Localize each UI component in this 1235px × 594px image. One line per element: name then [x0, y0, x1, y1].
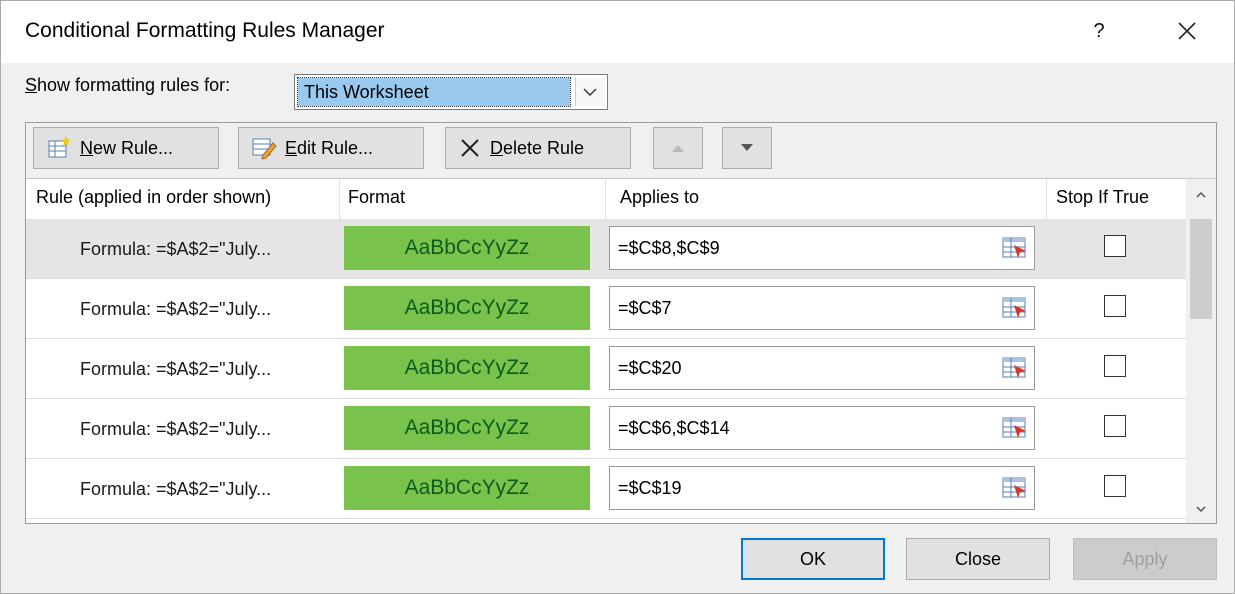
range-selector-icon[interactable]	[1000, 413, 1030, 443]
applies-to-field[interactable]: =$C$19	[609, 466, 1035, 510]
applies-to-value: =$C$6,$C$14	[618, 418, 730, 438]
rule-description: Formula: =$A$2="July...	[80, 479, 272, 499]
applies-to-field[interactable]: =$C$8,$C$9	[609, 226, 1035, 270]
scroll-down-button[interactable]	[1186, 493, 1216, 523]
edit-rule-icon	[252, 138, 277, 160]
triangle-down-icon	[741, 144, 753, 151]
apply-button[interactable]: Apply	[1073, 538, 1217, 580]
stop-if-true-checkbox[interactable]	[1104, 415, 1126, 437]
range-selector-icon[interactable]	[1000, 353, 1030, 383]
applies-to-value: =$C$19	[618, 478, 682, 498]
stop-if-true-checkbox[interactable]	[1104, 235, 1126, 257]
format-preview: AaBbCcYyZz	[344, 226, 590, 270]
rules-list: Formula: =$A$2="July... AaBbCcYyZz =$C$8…	[26, 219, 1186, 519]
format-preview: AaBbCcYyZz	[344, 466, 590, 510]
new-rule-button[interactable]: New Rule...	[33, 127, 219, 169]
rule-description: Formula: =$A$2="July...	[80, 239, 272, 259]
close-icon	[1178, 22, 1196, 40]
scrollbar-thumb[interactable]	[1190, 219, 1212, 319]
triangle-up-icon	[672, 145, 684, 152]
applies-to-field[interactable]: =$C$20	[609, 346, 1035, 390]
title-bar: Conditional Formatting Rules Manager ?	[1, 1, 1234, 63]
conditional-formatting-dialog: Conditional Formatting Rules Manager ? S…	[0, 0, 1235, 594]
scroll-up-button[interactable]	[1186, 179, 1216, 209]
column-divider	[1046, 179, 1047, 219]
range-selector-icon[interactable]	[1000, 233, 1030, 263]
ok-button[interactable]: OK	[741, 538, 885, 580]
delete-x-icon	[461, 139, 479, 157]
range-selector-icon[interactable]	[1000, 473, 1030, 503]
edit-rule-button[interactable]: Edit Rule...	[238, 127, 424, 169]
delete-rule-button[interactable]: Delete Rule	[445, 127, 631, 169]
close-window-button[interactable]	[1171, 15, 1203, 47]
vertical-scrollbar[interactable]	[1186, 179, 1216, 523]
applies-to-field[interactable]: =$C$7	[609, 286, 1035, 330]
move-up-button[interactable]	[653, 127, 703, 169]
rule-row[interactable]: Formula: =$A$2="July... AaBbCcYyZz =$C$6…	[26, 399, 1186, 459]
col-format-header: Format	[348, 187, 406, 207]
scope-label: Show formatting rules for:	[25, 75, 231, 95]
chevron-up-icon	[1196, 192, 1206, 198]
move-down-button[interactable]	[722, 127, 772, 169]
rule-description: Formula: =$A$2="July...	[80, 359, 272, 379]
applies-to-field[interactable]: =$C$6,$C$14	[609, 406, 1035, 450]
dropdown-arrow-button[interactable]	[575, 78, 605, 106]
scope-value: This Worksheet	[297, 77, 571, 107]
rules-panel: New Rule... Edit Rule... Delete Rule Rul…	[25, 122, 1217, 524]
column-divider	[339, 179, 340, 219]
format-preview: AaBbCcYyZz	[344, 406, 590, 450]
scope-dropdown[interactable]: This Worksheet	[294, 74, 608, 110]
rule-description: Formula: =$A$2="July...	[80, 419, 272, 439]
chevron-down-icon	[583, 88, 597, 96]
column-divider	[605, 179, 606, 219]
stop-if-true-checkbox[interactable]	[1104, 355, 1126, 377]
applies-to-value: =$C$7	[618, 298, 672, 318]
col-stop-header: Stop If True	[1056, 187, 1150, 207]
col-rule-header: Rule (applied in order shown)	[36, 187, 272, 207]
chevron-down-icon	[1196, 506, 1206, 513]
help-button[interactable]: ?	[1085, 17, 1113, 45]
rule-description: Formula: =$A$2="July...	[80, 299, 272, 319]
dialog-title: Conditional Formatting Rules Manager	[25, 19, 385, 42]
applies-to-value: =$C$8,$C$9	[618, 238, 720, 258]
rule-row[interactable]: Formula: =$A$2="July... AaBbCcYyZz =$C$7	[26, 279, 1186, 339]
rule-row[interactable]: Formula: =$A$2="July... AaBbCcYyZz =$C$8…	[26, 219, 1186, 279]
new-rule-icon	[48, 136, 71, 158]
stop-if-true-checkbox[interactable]	[1104, 295, 1126, 317]
rules-toolbar: New Rule... Edit Rule... Delete Rule	[26, 123, 1216, 179]
rules-grid-header: Rule (applied in order shown) Format App…	[26, 179, 1186, 219]
close-button[interactable]: Close	[906, 538, 1050, 580]
rule-row[interactable]: Formula: =$A$2="July... AaBbCcYyZz =$C$2…	[26, 339, 1186, 399]
range-selector-icon[interactable]	[1000, 293, 1030, 323]
format-preview: AaBbCcYyZz	[344, 286, 590, 330]
applies-to-value: =$C$20	[618, 358, 682, 378]
format-preview: AaBbCcYyZz	[344, 346, 590, 390]
col-applies-header: Applies to	[620, 187, 700, 207]
rule-row[interactable]: Formula: =$A$2="July... AaBbCcYyZz =$C$1…	[26, 459, 1186, 519]
stop-if-true-checkbox[interactable]	[1104, 475, 1126, 497]
